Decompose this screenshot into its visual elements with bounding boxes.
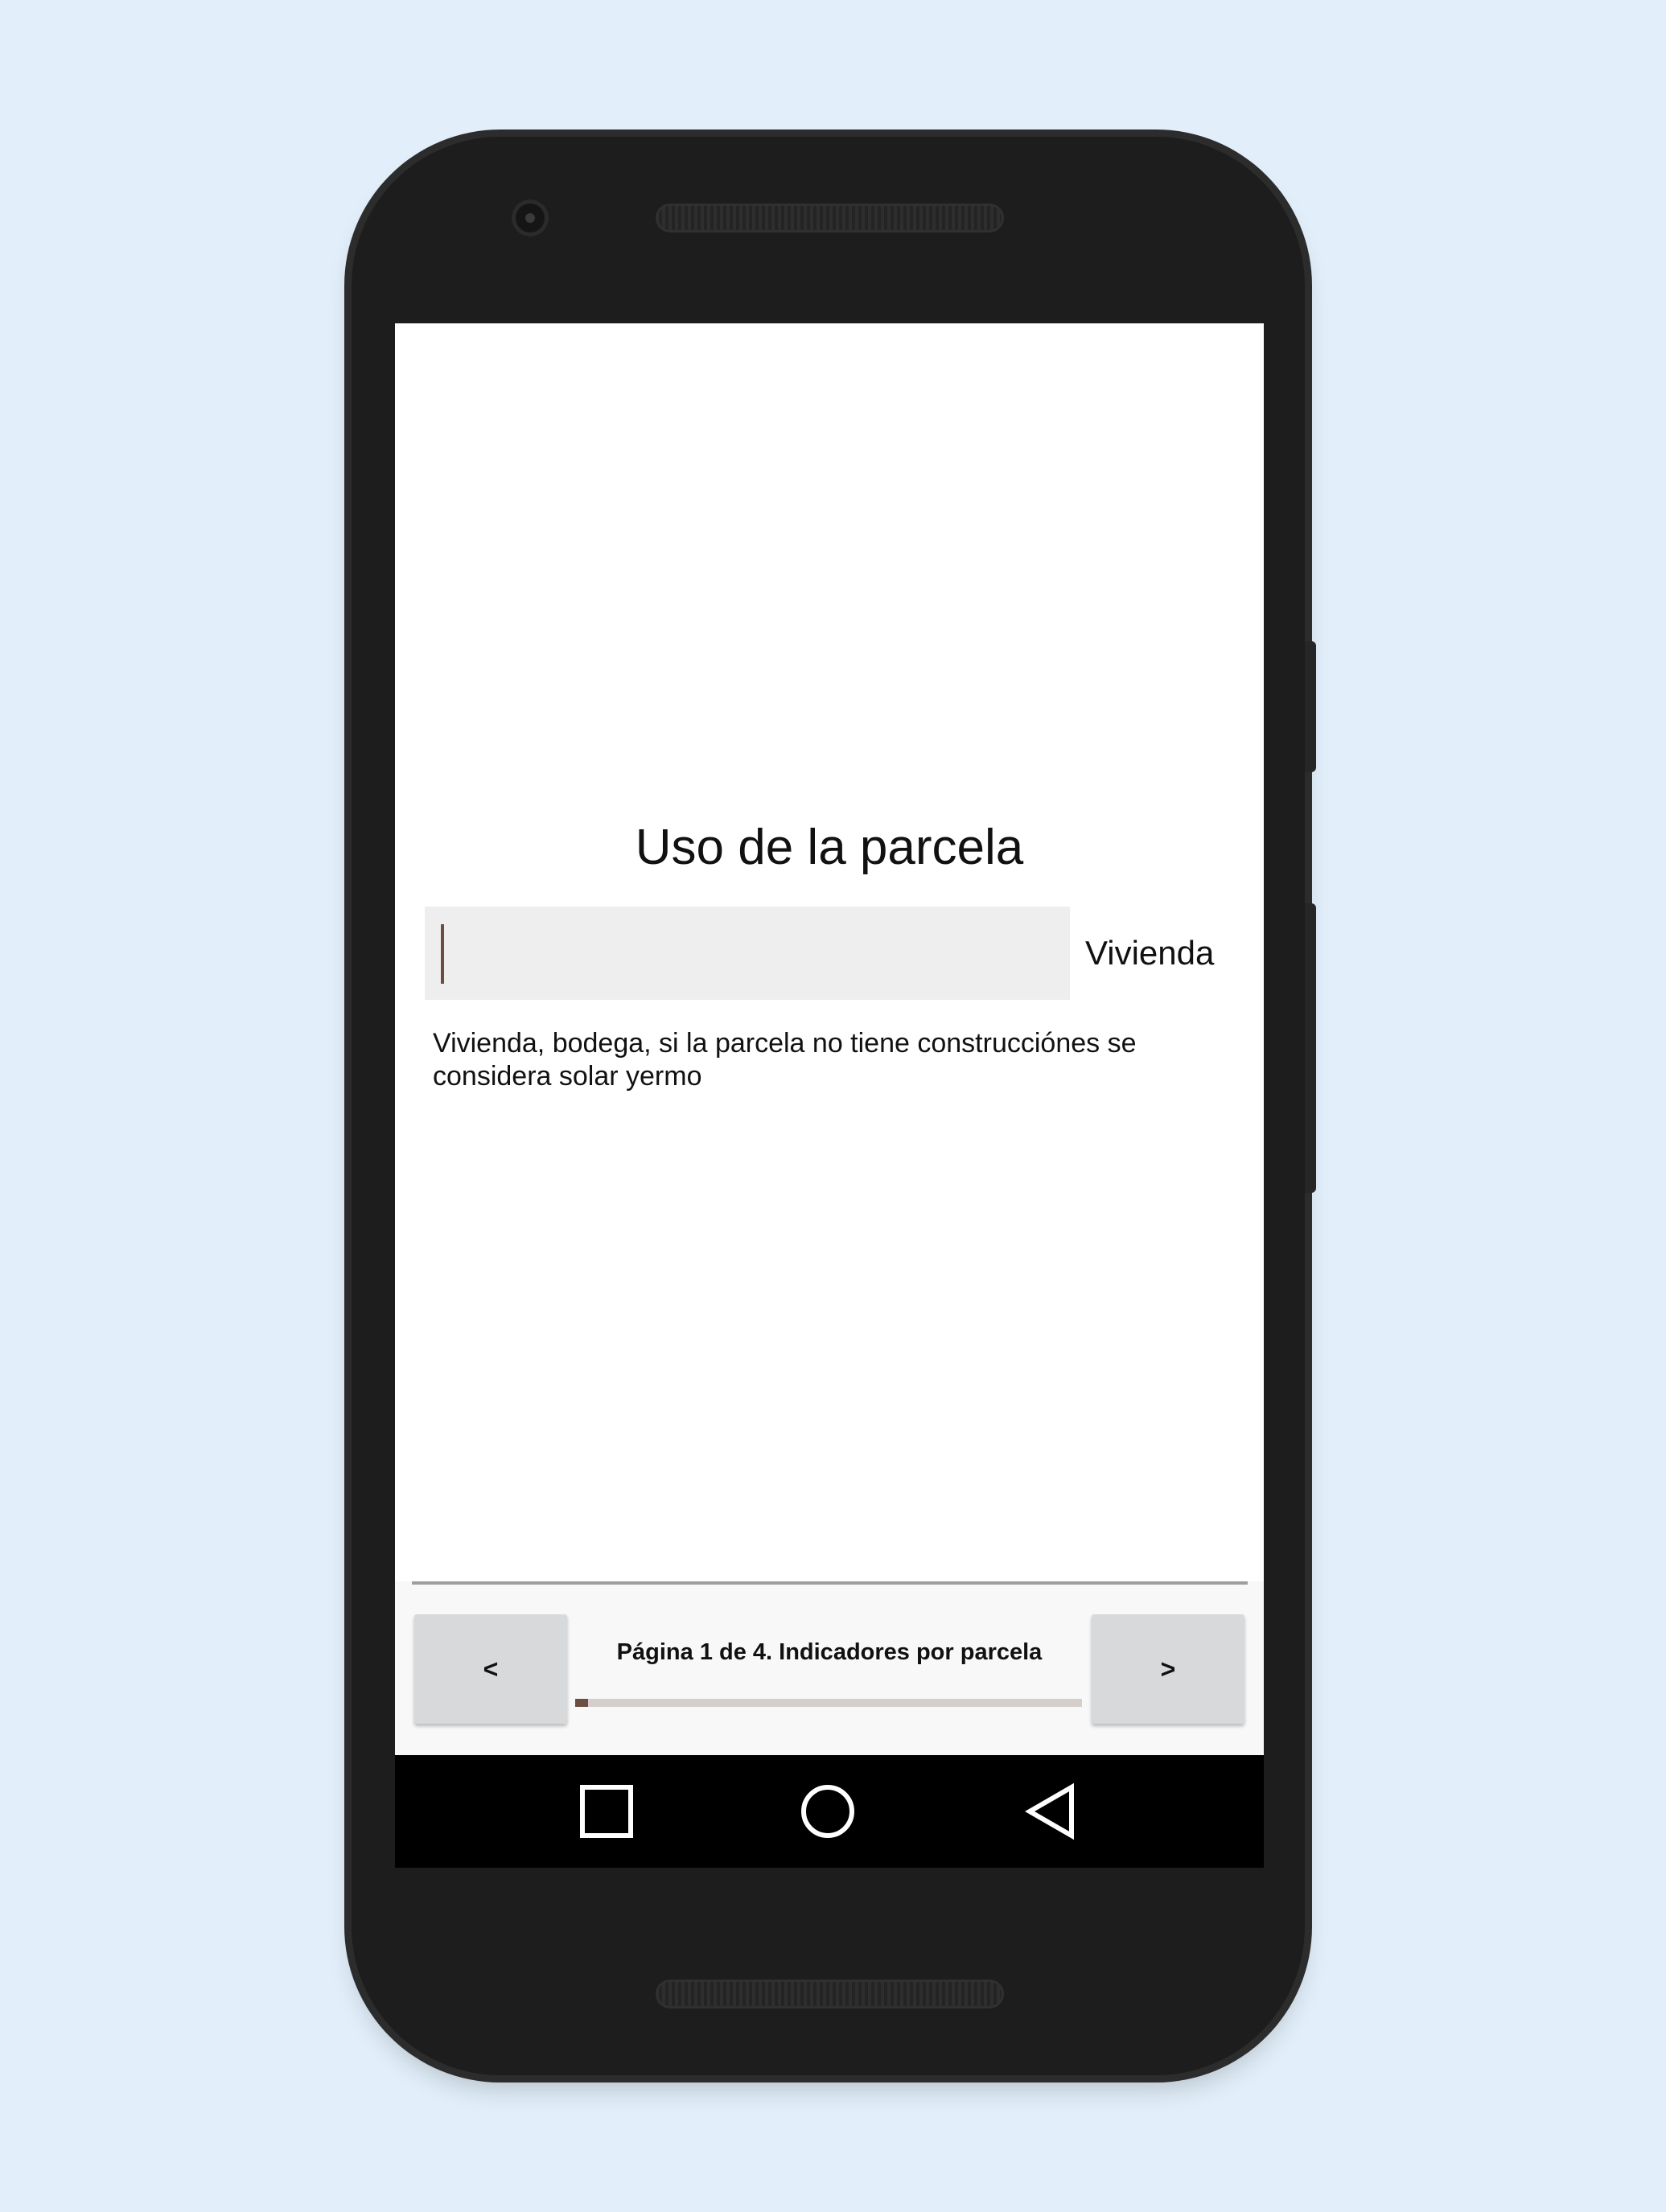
question-hint: Vivienda, bodega, si la parcela no tiene… (433, 1028, 1137, 1092)
triangle-back-icon (1024, 1782, 1074, 1840)
next-page-button[interactable]: > (1092, 1614, 1244, 1724)
form-content: Uso de la parcela Vivienda Vivienda, bod… (395, 323, 1264, 1755)
question-title: Uso de la parcela (635, 820, 1024, 875)
text-cursor (441, 924, 444, 984)
previous-page-button[interactable]: < (414, 1614, 567, 1724)
system-navigation-bar (395, 1755, 1264, 1868)
circle-icon (801, 1785, 854, 1838)
square-icon (580, 1785, 633, 1838)
recents-button[interactable] (574, 1779, 639, 1844)
divider (412, 1581, 1248, 1585)
back-button[interactable] (1019, 1779, 1084, 1844)
screen: Uso de la parcela Vivienda Vivienda, bod… (395, 323, 1264, 1868)
volume-button (1305, 903, 1316, 1193)
front-camera (512, 199, 549, 236)
answer-input[interactable] (425, 907, 1070, 1000)
progress-fill (575, 1699, 588, 1707)
top-speaker (656, 204, 1004, 232)
page-indicator: Página 1 de 4. Indicadores por parcela (616, 1639, 1043, 1665)
power-button (1305, 641, 1316, 772)
progress-bar (575, 1699, 1082, 1707)
home-button[interactable] (796, 1779, 860, 1844)
form-navigation: < Página 1 de 4. Indicadores por parcela… (395, 1581, 1264, 1755)
value-label: Vivienda (1085, 934, 1215, 972)
bottom-speaker (656, 1980, 1004, 2008)
